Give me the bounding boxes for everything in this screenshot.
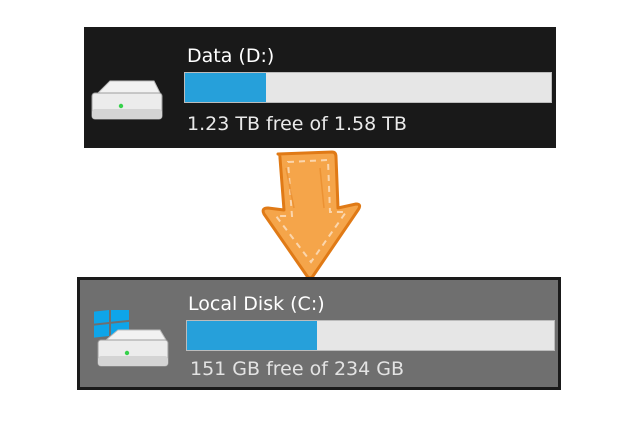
drive-tile-d[interactable]: Data (D:) 1.23 TB free of 1.58 TB: [84, 27, 556, 148]
usage-bar: [184, 72, 552, 103]
drive-free-space: 151 GB free of 234 GB: [190, 358, 405, 380]
drive-tile-c[interactable]: Local Disk (C:) 151 GB free of 234 GB: [77, 277, 561, 390]
drive-name: Data (D:): [187, 45, 275, 67]
drive-comparison-canvas: Data (D:) 1.23 TB free of 1.58 TB Local …: [0, 0, 640, 427]
hard-drive-icon: [90, 79, 164, 127]
drive-free-space: 1.23 TB free of 1.58 TB: [187, 113, 407, 135]
usage-bar: [186, 320, 555, 351]
drive-name: Local Disk (C:): [188, 293, 325, 315]
usage-bar-fill: [185, 73, 266, 102]
system-drive-icon: [90, 305, 174, 374]
usage-bar-fill: [187, 321, 318, 350]
arrow-down-icon: [258, 148, 364, 284]
